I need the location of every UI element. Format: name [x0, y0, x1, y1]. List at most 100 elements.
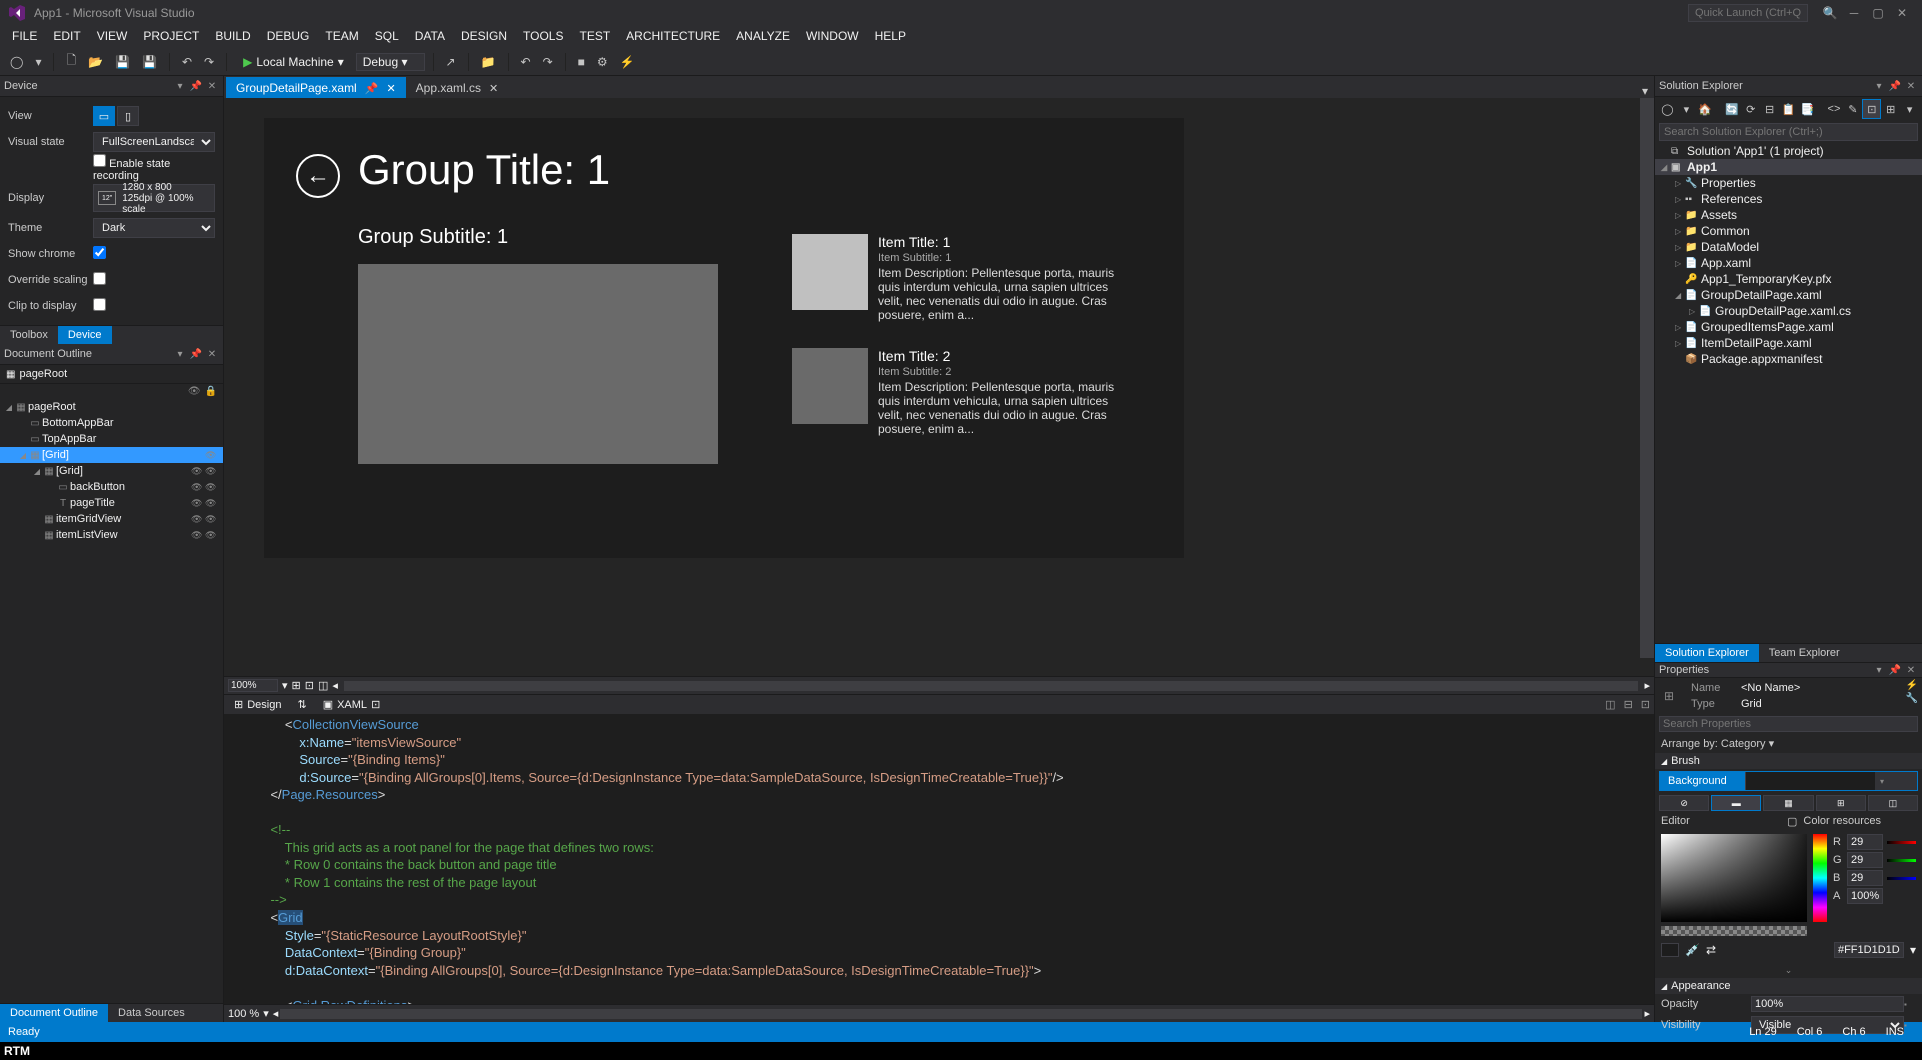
sync-icon[interactable]: ⟳	[1742, 100, 1759, 118]
name-value[interactable]: <No Name>	[1741, 682, 1894, 694]
maximize-icon[interactable]: ▢	[1866, 4, 1890, 22]
chevron-down-icon[interactable]: ▾	[1910, 943, 1916, 957]
fwd-icon[interactable]: ▾	[1678, 100, 1695, 118]
tab-xaml[interactable]: ▣XAML⊡	[313, 696, 391, 713]
search-icon[interactable]: 🔍	[1818, 4, 1842, 22]
back-button[interactable]: ←	[296, 154, 340, 198]
menu-project[interactable]: PROJECT	[135, 26, 207, 48]
solid-brush-tab[interactable]: ▬	[1711, 795, 1761, 811]
scrollbar-horizontal[interactable]	[280, 1009, 1642, 1019]
display-dropdown[interactable]: 12" 1280 x 800125dpi @ 100% scale	[93, 184, 215, 212]
pin-icon[interactable]: 📌	[1888, 663, 1902, 677]
pin-icon[interactable]: 📌	[365, 82, 379, 95]
opacity-input[interactable]	[1751, 996, 1904, 1012]
chevron-down-icon[interactable]: ▾	[282, 679, 288, 692]
arrow-left-icon[interactable]: ◂	[273, 1007, 279, 1020]
chevron-down-icon[interactable]: ▾	[173, 347, 187, 361]
arrow-right-icon[interactable]: ▸	[1644, 1007, 1650, 1020]
menu-team[interactable]: TEAM	[317, 26, 366, 48]
properties-search-input[interactable]	[1659, 716, 1918, 732]
solution-node[interactable]: ▷📄App.xaml	[1655, 255, 1922, 271]
tab-design[interactable]: ⊞Design	[224, 696, 291, 713]
alpha-slider[interactable]	[1661, 926, 1807, 936]
solution-node[interactable]: ▷📁Assets	[1655, 207, 1922, 223]
snap2-icon[interactable]: ◫	[318, 679, 328, 692]
solution-node[interactable]: ◢📄GroupDetailPage.xaml	[1655, 287, 1922, 303]
design-surface[interactable]: ← Group Title: 1 Group Subtitle: 1 Item …	[224, 98, 1654, 676]
tab-doc-outline[interactable]: Document Outline	[0, 1004, 108, 1022]
b-input[interactable]	[1847, 870, 1883, 886]
outline-node[interactable]: ▭BottomAppBar	[0, 415, 223, 431]
r-input[interactable]	[1847, 834, 1883, 850]
arrange-by[interactable]: Arrange by: Category ▾	[1655, 734, 1922, 753]
close-icon[interactable]: ✕	[386, 82, 395, 95]
solution-node[interactable]: ◢▣App1	[1655, 159, 1922, 175]
chevron-down-icon[interactable]: ▾	[1901, 100, 1918, 118]
marker-icon[interactable]: ▪	[1904, 1000, 1916, 1009]
nav-back-icon[interactable]: ◯	[6, 53, 27, 71]
appearance-category[interactable]: ◢Appearance	[1655, 978, 1922, 994]
no-brush-tab[interactable]: ⊘	[1659, 795, 1709, 811]
expand-icon[interactable]: ⌄	[1785, 965, 1793, 975]
wrench-icon[interactable]: 🔧	[1906, 693, 1918, 704]
chevron-down-icon[interactable]: ▾	[1872, 663, 1886, 677]
nav-fwd-icon[interactable]: ▾	[31, 53, 45, 71]
close-icon[interactable]: ✕	[489, 82, 498, 95]
close-icon[interactable]: ✕	[1904, 663, 1918, 677]
outline-node[interactable]: ▭backButton👁👁	[0, 479, 223, 495]
menu-debug[interactable]: DEBUG	[259, 26, 318, 48]
props-icon[interactable]: 📑	[1799, 100, 1816, 118]
quick-launch-input[interactable]	[1688, 4, 1808, 22]
swap-icon[interactable]: ⇅	[291, 698, 312, 711]
save-all-icon[interactable]: 💾	[138, 53, 161, 71]
icon[interactable]: ⚡	[616, 53, 639, 71]
show-chrome-checkbox[interactable]	[93, 246, 106, 259]
design-zoom-input[interactable]	[228, 679, 278, 692]
split-h-icon[interactable]: ◫	[1601, 698, 1619, 711]
enable-recording-checkbox[interactable]	[93, 154, 106, 167]
menu-design[interactable]: DESIGN	[453, 26, 515, 48]
solution-node[interactable]: ▷📄GroupDetailPage.xaml.cs	[1655, 303, 1922, 319]
chevron-down-icon[interactable]: ▾	[1872, 79, 1886, 93]
menu-edit[interactable]: EDIT	[45, 26, 88, 48]
solution-node[interactable]: ▷📄ItemDetailPage.xaml	[1655, 335, 1922, 351]
show-all-icon[interactable]: 📋	[1780, 100, 1797, 118]
doc-tab[interactable]: GroupDetailPage.xaml📌✕	[226, 77, 406, 98]
scrollbar-vertical[interactable]	[1640, 98, 1654, 658]
menu-view[interactable]: VIEW	[89, 26, 136, 48]
grid-icon[interactable]: ⊞	[1659, 680, 1679, 712]
expand-icon[interactable]: ▢	[1781, 815, 1803, 828]
outline-node[interactable]: ▦itemListView👁👁	[0, 527, 223, 543]
menu-tools[interactable]: TOOLS	[515, 26, 571, 48]
gradient-brush-tab[interactable]: ▦	[1763, 795, 1813, 811]
view-portrait-button[interactable]: ▯	[117, 106, 139, 126]
tab-toolbox[interactable]: Toolbox	[0, 326, 58, 344]
arrow-right-icon[interactable]: ▸	[1644, 679, 1650, 692]
close-icon[interactable]: ✕	[205, 347, 219, 361]
override-scaling-checkbox[interactable]	[93, 272, 106, 285]
outline-node[interactable]: TpageTitle👁👁	[0, 495, 223, 511]
menu-window[interactable]: WINDOW	[798, 26, 867, 48]
xaml-editor[interactable]: <CollectionViewSource x:Name="itemsViewS…	[224, 714, 1654, 1004]
solution-search-input[interactable]	[1659, 123, 1918, 141]
menu-architecture[interactable]: ARCHITECTURE	[618, 26, 728, 48]
back-icon[interactable]: ◯	[1659, 100, 1676, 118]
chevron-down-icon[interactable]: ▾	[259, 1007, 273, 1020]
grid-icon[interactable]: ⊞	[292, 679, 301, 692]
color-field[interactable]	[1661, 834, 1807, 922]
solution-tree[interactable]: ⧉Solution 'App1' (1 project)◢▣App1▷🔧Prop…	[1655, 143, 1922, 643]
solution-node[interactable]: ▷📄GroupedItemsPage.xaml	[1655, 319, 1922, 335]
icon[interactable]: ↗	[442, 53, 460, 71]
swap-icon[interactable]: ⇄	[1706, 943, 1716, 957]
redo-icon[interactable]: ↷	[200, 53, 218, 71]
view-landscape-button[interactable]: ▭	[93, 106, 115, 126]
close-icon[interactable]: ✕	[1904, 79, 1918, 93]
menu-help[interactable]: HELP	[867, 26, 914, 48]
theme-dropdown[interactable]: Dark	[93, 218, 215, 238]
designer-icon[interactable]: ✎	[1844, 100, 1861, 118]
tile-brush-tab[interactable]: ⊞	[1816, 795, 1866, 811]
pin-icon[interactable]: 📌	[189, 347, 203, 361]
solution-node[interactable]: ▷▪▪References	[1655, 191, 1922, 207]
menu-file[interactable]: FILE	[4, 26, 45, 48]
tab-device[interactable]: Device	[58, 326, 112, 344]
